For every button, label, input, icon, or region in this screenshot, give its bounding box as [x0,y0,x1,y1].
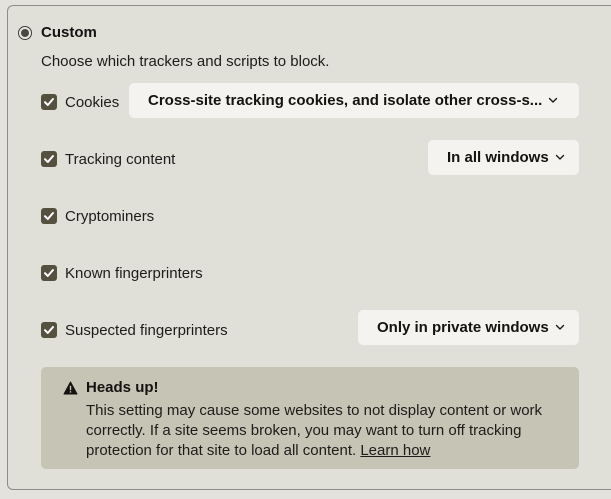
cookies-dropdown-value: Cross-site tracking cookies, and isolate… [148,92,543,109]
cookies-label: Cookies [65,93,120,111]
checkmark-icon [44,98,54,106]
custom-radio-label: Custom [41,24,97,41]
known-fingerprinters-option: Known fingerprinters [41,255,203,291]
cookies-dropdown[interactable]: Cross-site tracking cookies, and isolate… [129,83,579,118]
suspected-fingerprinters-checkbox[interactable] [41,322,57,338]
warning-title: Heads up! [86,379,159,396]
learn-how-link[interactable]: Learn how [360,442,430,459]
radio-selected-dot [21,28,29,37]
tracking-content-label: Tracking content [65,150,176,168]
custom-protection-panel: Custom Choose which trackers and scripts… [7,5,611,490]
chevron-down-icon [548,97,558,104]
suspected-fingerprinters-option: Suspected fingerprinters [41,312,228,348]
cookies-checkbox[interactable] [41,94,57,110]
warning-icon [63,381,78,395]
warning-text: This setting may cause some websites to … [86,402,543,459]
heads-up-warning: Heads up! This setting may cause some we… [41,367,579,469]
custom-radio-option[interactable]: Custom [18,24,97,41]
warning-body: This setting may cause some websites to … [86,401,556,461]
cryptominers-checkbox[interactable] [41,208,57,224]
tracking-content-dropdown-value: In all windows [447,149,549,166]
checkmark-icon [44,155,54,163]
tracking-content-option: Tracking content [41,141,175,177]
cryptominers-label: Cryptominers [65,207,155,225]
suspected-fingerprinters-label: Suspected fingerprinters [65,321,228,339]
cookies-option: Cookies [41,84,119,120]
chevron-down-icon [555,154,565,161]
checkmark-icon [44,269,54,277]
custom-description: Choose which trackers and scripts to blo… [41,53,330,70]
custom-radio-button[interactable] [18,25,32,40]
cryptominers-option: Cryptominers [41,198,154,234]
checkmark-icon [44,212,54,220]
warning-title-row: Heads up! [63,379,159,396]
known-fingerprinters-checkbox[interactable] [41,265,57,281]
tracking-content-dropdown[interactable]: In all windows [428,140,579,175]
suspected-fingerprinters-dropdown[interactable]: Only in private windows [358,310,579,345]
tracking-content-checkbox[interactable] [41,151,57,167]
suspected-fingerprinters-dropdown-value: Only in private windows [377,319,549,336]
checkmark-icon [44,326,54,334]
chevron-down-icon [555,324,565,331]
known-fingerprinters-label: Known fingerprinters [65,264,203,282]
